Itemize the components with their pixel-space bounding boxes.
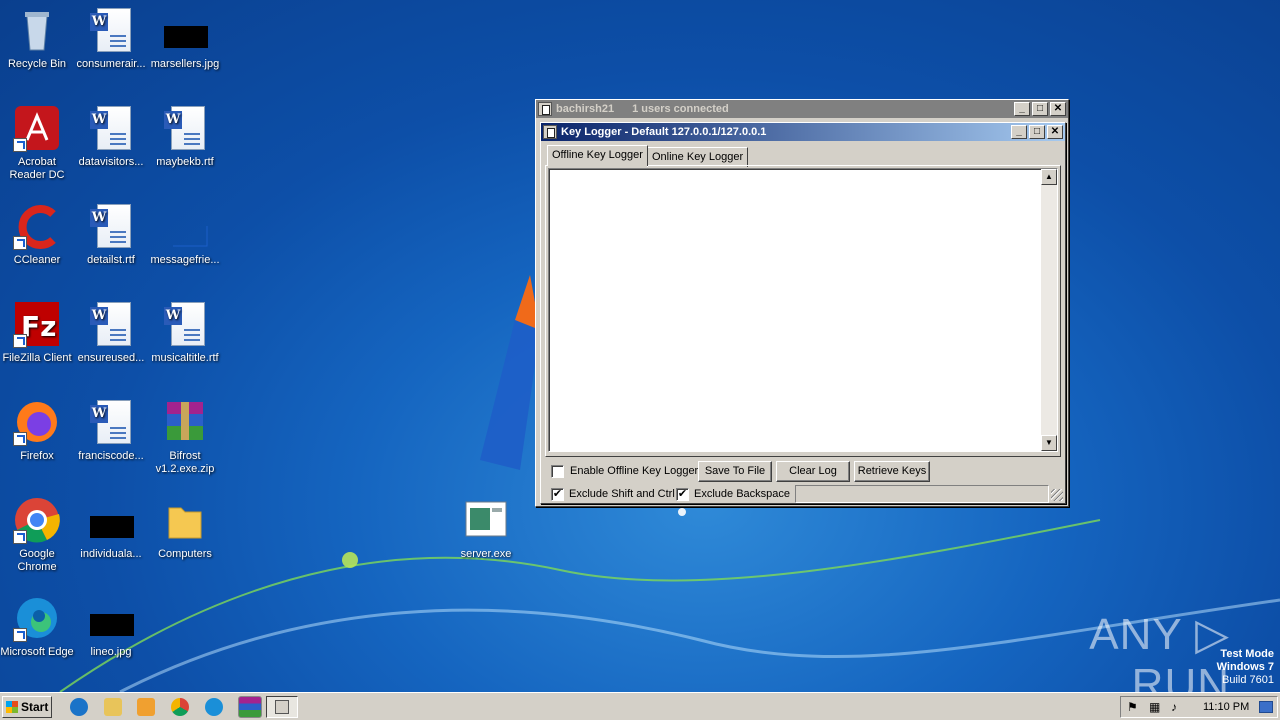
key-logger-window: Key Logger - Default 127.0.0.1/127.0.0.1… [540, 122, 1066, 504]
desktop-icon-datavisitors[interactable]: W datavisitors... [74, 104, 148, 169]
outer-window-titlebar[interactable]: bachirsh21 1 users connected _ □ ✕ [536, 100, 1068, 118]
app-icon [543, 125, 557, 139]
executable-icon [462, 496, 510, 544]
desktop-icon-server-exe[interactable]: server.exe [449, 496, 523, 561]
winrar-taskbar-icon[interactable] [238, 696, 262, 718]
retrieve-keys-button[interactable]: Retrieve Keys [854, 461, 930, 482]
key-logger-title: Key Logger - Default 127.0.0.1/127.0.0.1 [561, 126, 767, 138]
edge-icon [13, 594, 61, 642]
tab-panel: ▲ ▼ [545, 165, 1061, 457]
edge-taskbar-icon[interactable] [205, 698, 223, 716]
file-explorer-icon[interactable] [104, 698, 122, 716]
exclude-backspace-label: Exclude Backspace [694, 488, 790, 500]
desktop-icon-marsellers[interactable]: marsellers.jpg [148, 6, 222, 71]
minimize-button[interactable]: _ [1011, 125, 1027, 139]
scroll-down-icon[interactable]: ▼ [1041, 435, 1057, 451]
desktop-icon-individuala[interactable]: individuala... [74, 496, 148, 561]
image-thumbnail-icon [87, 496, 135, 544]
word-document-icon: W [87, 300, 135, 348]
enable-offline-label: Enable Offline Key Logger [570, 465, 699, 477]
key-logger-titlebar[interactable]: Key Logger - Default 127.0.0.1/127.0.0.1… [541, 123, 1065, 141]
desktop-icon-filezilla[interactable]: Fz FileZilla Client [0, 300, 74, 365]
bifrost-main-window: bachirsh21 1 users connected _ □ ✕ Key Lo… [535, 99, 1069, 507]
desktop-icon-firefox[interactable]: Firefox [0, 398, 74, 463]
system-tray: ⚑ ▦ ♪ 11:10 PM [1120, 696, 1278, 718]
clock[interactable]: 11:10 PM [1203, 701, 1249, 713]
test-mode-label: Test Mode [1220, 648, 1274, 660]
show-desktop-icon[interactable] [1259, 701, 1273, 713]
image-thumbnail-icon [87, 594, 135, 642]
desktop-icon-maybekb[interactable]: W maybekb.rtf [148, 104, 222, 169]
word-document-icon: W [161, 300, 209, 348]
maximize-button[interactable]: □ [1032, 102, 1048, 116]
close-button[interactable]: ✕ [1050, 102, 1066, 116]
internet-explorer-icon[interactable] [70, 698, 88, 716]
app-icon [275, 700, 289, 714]
desktop-icon-chrome[interactable]: Google Chrome [0, 496, 74, 574]
key-log-textarea[interactable]: ▲ ▼ [548, 168, 1058, 452]
filezilla-icon: Fz [13, 300, 61, 348]
word-document-icon: W [87, 104, 135, 152]
exclude-backspace-checkbox[interactable]: ✔ [676, 488, 689, 501]
desktop-icon-bifrost-zip[interactable]: Bifrost v1.2.exe.zip [148, 398, 222, 476]
desktop-icon-acrobat[interactable]: Acrobat Reader DC [0, 104, 74, 182]
outer-window-title: bachirsh21 [556, 103, 615, 115]
windows-logo-icon [6, 701, 18, 713]
taskbar: Start ⚑ ▦ ♪ 11:10 PM [0, 692, 1280, 720]
volume-icon[interactable]: ♪ [1171, 700, 1177, 714]
save-to-file-button[interactable]: Save To File [698, 461, 772, 482]
os-watermark: Test Mode Windows 7 Build 7601 [1150, 648, 1274, 687]
scroll-up-icon[interactable]: ▲ [1041, 169, 1057, 185]
folder-icon [161, 496, 209, 544]
maximize-button[interactable]: □ [1029, 125, 1045, 139]
image-thumbnail-icon [161, 6, 209, 54]
word-document-icon: W [87, 6, 135, 54]
start-label: Start [21, 700, 49, 714]
tab-offline-key-logger[interactable]: Offline Key Logger [547, 145, 648, 166]
clear-log-button[interactable]: Clear Log [776, 461, 850, 482]
desktop-icon-messagefrie[interactable]: messagefrie... [148, 202, 222, 267]
exclude-shift-label: Exclude Shift and Ctrl [569, 488, 675, 500]
acrobat-icon [13, 104, 61, 152]
desktop-icon-franciscode[interactable]: W franciscode... [74, 398, 148, 463]
close-button[interactable]: ✕ [1047, 125, 1063, 139]
media-player-icon[interactable] [137, 698, 155, 716]
word-document-icon: W [87, 398, 135, 446]
resize-grip-icon[interactable] [1051, 489, 1063, 501]
desktop-icon-edge[interactable]: Microsoft Edge [0, 594, 74, 659]
desktop-icon-lineo[interactable]: lineo.jpg [74, 594, 148, 659]
users-connected-status: 1 users connected [632, 103, 729, 115]
build-label: Build 7601 [1222, 674, 1274, 686]
os-version-label: Windows 7 [1216, 661, 1274, 673]
desktop-icon-musicaltitle[interactable]: W musicaltitle.rtf [148, 300, 222, 365]
recycle-bin-icon [13, 6, 61, 54]
enable-offline-checkbox[interactable] [551, 465, 564, 478]
start-button[interactable]: Start [2, 696, 52, 718]
desktop-icon-recycle-bin[interactable]: Recycle Bin [0, 6, 74, 71]
image-thumbnail-icon [161, 202, 209, 250]
desktop-icon-detailst[interactable]: W detailst.rtf [74, 202, 148, 267]
network-icon[interactable]: ▦ [1149, 700, 1160, 714]
desktop-icon-computers-folder[interactable]: Computers [148, 496, 222, 561]
tab-online-key-logger[interactable]: Online Key Logger [647, 147, 749, 167]
flag-icon[interactable]: ⚑ [1127, 700, 1138, 714]
minimize-button[interactable]: _ [1014, 102, 1030, 116]
desktop-icon-ensureused[interactable]: W ensureused... [74, 300, 148, 365]
word-document-icon: W [161, 104, 209, 152]
ccleaner-icon [13, 202, 61, 250]
vertical-scrollbar[interactable]: ▲ ▼ [1041, 169, 1057, 451]
app-icon [538, 102, 552, 116]
chrome-icon [13, 496, 61, 544]
desktop-icon-consumerair[interactable]: W consumerair... [74, 6, 148, 71]
exclude-shift-checkbox[interactable]: ✔ [551, 488, 564, 501]
winrar-archive-icon [161, 398, 209, 446]
desktop-icon-ccleaner[interactable]: CCleaner [0, 202, 74, 267]
bifrost-taskbar-button[interactable] [266, 696, 298, 718]
status-field [795, 485, 1049, 503]
word-document-icon: W [87, 202, 135, 250]
chrome-taskbar-icon[interactable] [171, 698, 189, 716]
firefox-icon [13, 398, 61, 446]
